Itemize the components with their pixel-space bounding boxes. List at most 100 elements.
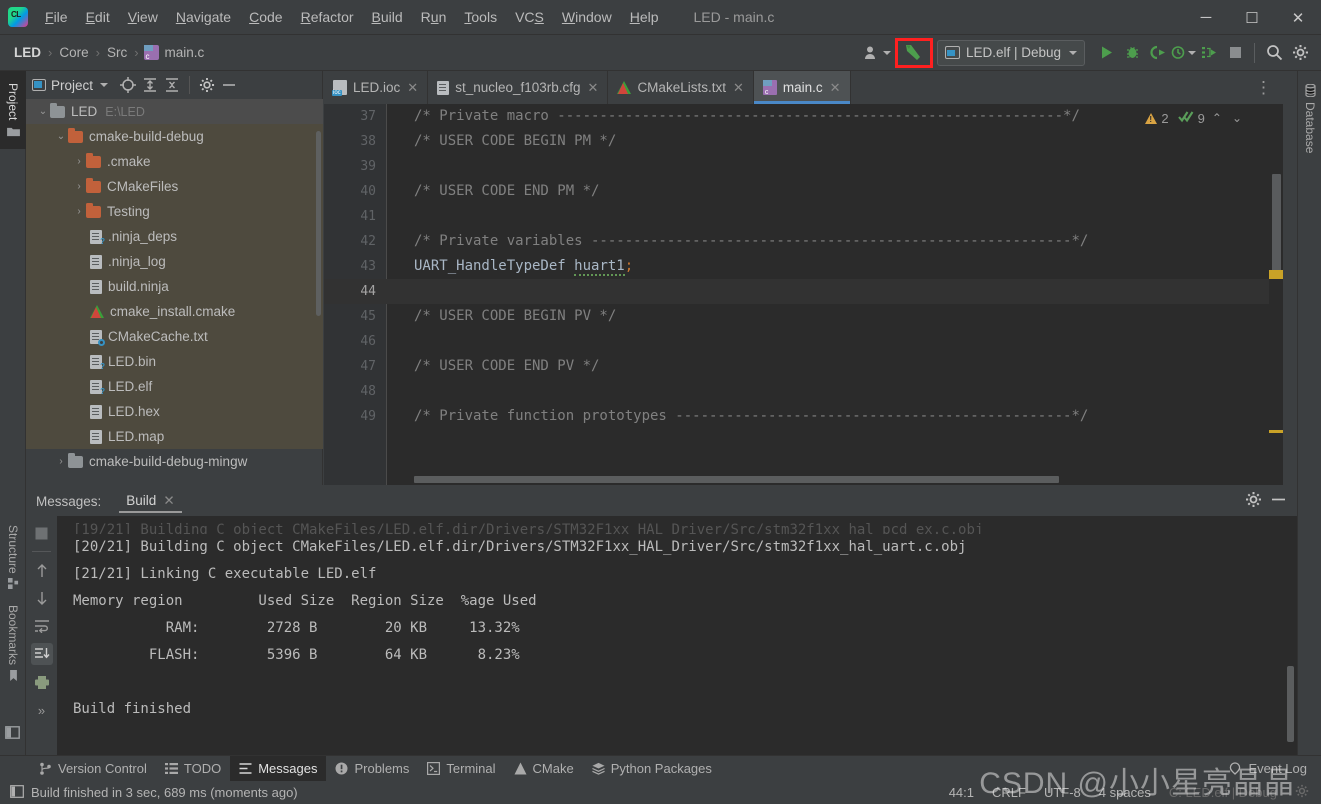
status-run-config[interactable]: C: LED.elf | Debug: [1169, 785, 1277, 800]
warning-marker[interactable]: [1269, 270, 1283, 279]
breadcrumb-led[interactable]: LED: [12, 45, 43, 60]
menu-window[interactable]: Window: [553, 5, 621, 29]
line-separator[interactable]: CRLF: [992, 785, 1026, 800]
tree-item-dot-cmake[interactable]: › .cmake: [26, 149, 323, 174]
editor-scrollbar-thumb[interactable]: [1272, 174, 1281, 279]
print-icon[interactable]: [31, 671, 53, 693]
caret-position[interactable]: 44:1: [949, 785, 974, 800]
minimize-button[interactable]: ─: [1183, 0, 1229, 35]
profiler-icon[interactable]: [1171, 40, 1196, 66]
sidebar-item-project[interactable]: Project: [0, 71, 26, 149]
expand-all-icon[interactable]: [139, 74, 161, 96]
menu-refactor[interactable]: Refactor: [292, 5, 363, 29]
next-problem-icon[interactable]: ⌄: [1229, 111, 1245, 125]
tree-item-build-ninja[interactable]: build.ninja: [26, 274, 323, 299]
menu-tools[interactable]: Tools: [455, 5, 506, 29]
project-tree[interactable]: ⌄ LED E:\LED ⌄ cmake-build-debug › .cmak…: [26, 99, 323, 485]
up-arrow-icon[interactable]: [31, 559, 53, 581]
stop-icon[interactable]: [31, 522, 53, 544]
hide-panel-icon[interactable]: [1270, 491, 1287, 511]
chevron-right-icon[interactable]: ›: [72, 206, 86, 217]
bottom-tab-messages[interactable]: Messages: [230, 755, 327, 782]
breadcrumb-core[interactable]: Core: [57, 45, 90, 60]
build-log[interactable]: [19/21] Building C object CMakeFiles/LED…: [57, 516, 1297, 755]
close-button[interactable]: ✕: [1275, 0, 1321, 35]
menu-navigate[interactable]: Navigate: [167, 5, 240, 29]
tree-item-cmake-build-debug[interactable]: ⌄ cmake-build-debug: [26, 124, 323, 149]
tree-item-led-map[interactable]: LED.map: [26, 424, 323, 449]
bottom-tab-terminal[interactable]: Terminal: [418, 756, 504, 782]
breadcrumb-src[interactable]: Src: [105, 45, 129, 60]
run-with-coverage-icon[interactable]: [1145, 40, 1171, 66]
tree-item-ninja-deps[interactable]: ? .ninja_deps: [26, 224, 323, 249]
menu-code[interactable]: Code: [240, 5, 291, 29]
chevron-down-icon[interactable]: ⌄: [54, 131, 68, 142]
tree-item-cmakefiles[interactable]: › CMakeFiles: [26, 174, 323, 199]
chevron-right-icon[interactable]: ›: [72, 181, 86, 192]
tab-st-nucleo-cfg[interactable]: st_nucleo_f103rb.cfg ✕: [428, 71, 609, 104]
editor-marker-bar[interactable]: [1269, 104, 1283, 485]
tab-led-ioc[interactable]: LED.ioc ✕: [324, 71, 429, 104]
settings-gear-icon[interactable]: [196, 74, 218, 96]
locate-icon[interactable]: [117, 74, 139, 96]
maximize-button[interactable]: ☐: [1229, 0, 1275, 35]
tree-item-cmake-install[interactable]: cmake_install.cmake: [26, 299, 323, 324]
tree-item-led-bin[interactable]: ? LED.bin: [26, 349, 323, 374]
sidebar-item-database[interactable]: Database: [1298, 77, 1321, 161]
tree-item-led-hex[interactable]: LED.hex: [26, 399, 323, 424]
tree-item-cmake-build-debug-mingw[interactable]: › cmake-build-debug-mingw: [26, 449, 323, 474]
close-icon[interactable]: ✕: [733, 80, 744, 96]
menu-view[interactable]: View: [119, 5, 167, 29]
menu-file[interactable]: File: [36, 5, 77, 29]
close-icon[interactable]: ✕: [407, 80, 418, 96]
scroll-to-end-icon[interactable]: [30, 643, 53, 665]
menu-help[interactable]: Help: [621, 5, 668, 29]
user-profile-icon[interactable]: [864, 40, 891, 66]
breadcrumb-mainc[interactable]: main.c: [163, 45, 207, 60]
tree-item-cmakecache[interactable]: CMakeCache.txt: [26, 324, 323, 349]
tree-item-ninja-log[interactable]: .ninja_log: [26, 249, 323, 274]
bottom-tab-cmake[interactable]: CMake: [505, 756, 583, 782]
menu-edit[interactable]: Edit: [77, 5, 119, 29]
close-icon[interactable]: ✕: [163, 493, 174, 509]
hide-panel-icon[interactable]: [218, 74, 240, 96]
settings-gear-icon[interactable]: [1245, 491, 1262, 511]
search-everywhere-icon[interactable]: [1261, 40, 1287, 66]
settings-gear-icon[interactable]: [1287, 40, 1313, 66]
chevron-right-icon[interactable]: ›: [54, 456, 68, 467]
warning-marker[interactable]: [1269, 430, 1283, 433]
tree-item-led[interactable]: ⌄ LED E:\LED: [26, 99, 323, 124]
chevron-right-icon[interactable]: ›: [72, 156, 86, 167]
chevron-down-icon[interactable]: ⌄: [36, 106, 50, 117]
tree-item-led-elf[interactable]: ? LED.elf: [26, 374, 323, 399]
menu-run[interactable]: Run: [412, 5, 456, 29]
soft-wrap-icon[interactable]: [31, 615, 53, 637]
collapse-all-icon[interactable]: [161, 74, 183, 96]
hide-panels-icon[interactable]: [5, 726, 20, 742]
debug-icon[interactable]: [1119, 40, 1145, 66]
stop-icon[interactable]: [1222, 40, 1248, 66]
messages-scrollbar[interactable]: [1287, 666, 1294, 742]
close-icon[interactable]: ✕: [588, 80, 599, 96]
chevron-down-icon[interactable]: [100, 83, 109, 87]
run-icon[interactable]: [1093, 40, 1119, 66]
bottom-tab-python-packages[interactable]: Python Packages: [583, 756, 721, 782]
editor-horizontal-scrollbar[interactable]: [414, 476, 1232, 483]
prev-problem-icon[interactable]: ⌃: [1209, 111, 1225, 125]
status-settings-gear-icon[interactable]: [1295, 784, 1309, 801]
tree-scrollbar[interactable]: [316, 131, 321, 316]
tab-main-c[interactable]: main.c ✕: [753, 71, 851, 104]
editor-tabs-more-icon[interactable]: ⋮: [1255, 71, 1283, 104]
down-arrow-icon[interactable]: [31, 587, 53, 609]
indent-setting[interactable]: 4 spaces: [1099, 785, 1151, 800]
tab-cmakelists[interactable]: CMakeLists.txt ✕: [608, 71, 754, 104]
code-editor[interactable]: 2 9 ⌃ ⌄ 37 /* Private macro ------------…: [324, 104, 1283, 485]
attach-to-process-icon[interactable]: [1196, 40, 1222, 66]
bottom-tab-version-control[interactable]: Version Control: [30, 756, 156, 782]
tree-item-testing[interactable]: › Testing: [26, 199, 323, 224]
sidebar-item-structure[interactable]: Structure: [0, 521, 26, 593]
bottom-tab-todo[interactable]: TODO: [156, 756, 230, 782]
messages-tab-build[interactable]: Build ✕: [119, 490, 182, 513]
menu-build[interactable]: Build: [363, 5, 412, 29]
more-icon[interactable]: »: [31, 699, 53, 721]
